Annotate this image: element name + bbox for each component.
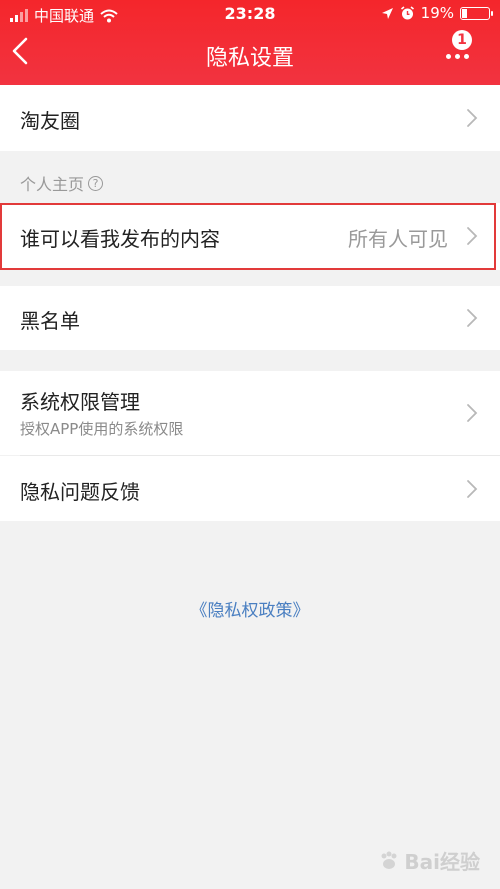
watermark-text: Bai经验 xyxy=(404,850,480,874)
chevron-right-icon xyxy=(467,109,478,127)
row-blacklist-label: 黑名单 xyxy=(20,309,80,333)
row-who-can-see-label: 谁可以看我发布的内容 xyxy=(20,227,220,251)
chevron-right-icon xyxy=(467,227,478,245)
more-button[interactable]: 1 xyxy=(442,28,486,72)
row-taoyouquan-label: 淘友圈 xyxy=(20,109,80,133)
chevron-right-icon xyxy=(467,404,478,422)
status-right: 19% xyxy=(381,4,493,22)
row-who-can-see-value: 所有人可见 xyxy=(348,227,448,251)
row-system-permission-label: 系统权限管理 xyxy=(20,390,140,414)
battery-icon xyxy=(460,6,493,20)
more-dots-icon xyxy=(446,54,469,59)
chevron-right-icon xyxy=(467,309,478,327)
paw-icon xyxy=(381,851,397,869)
row-system-permission[interactable]: 系统权限管理 授权APP使用的系统权限 xyxy=(0,371,500,455)
location-arrow-icon xyxy=(381,7,393,19)
row-privacy-feedback[interactable]: 隐私问题反馈 xyxy=(0,456,500,521)
row-system-permission-sub: 授权APP使用的系统权限 xyxy=(20,420,184,438)
battery-percent: 19% xyxy=(420,4,454,22)
chevron-right-icon xyxy=(467,480,478,498)
row-privacy-feedback-label: 隐私问题反馈 xyxy=(20,480,140,504)
alarm-icon xyxy=(400,5,414,19)
question-circle-icon[interactable]: ? xyxy=(88,175,104,191)
section-label-text: 个人主页 xyxy=(20,175,85,194)
section-label-personal-homepage: 个人主页 ? xyxy=(20,171,104,195)
notification-badge: 1 xyxy=(452,30,472,50)
row-blacklist[interactable]: 黑名单 xyxy=(0,286,500,350)
app-header: 中国联通 23:28 19% 隐私设置 1 xyxy=(0,0,500,85)
status-bar: 中国联通 23:28 19% xyxy=(0,0,500,28)
privacy-policy-link[interactable]: 《隐私权政策》 xyxy=(0,596,500,621)
watermark: Bai经验 xyxy=(378,846,480,875)
row-taoyouquan[interactable]: 淘友圈 xyxy=(0,85,500,151)
row-who-can-see[interactable]: 谁可以看我发布的内容 所有人可见 xyxy=(0,203,500,270)
page-title: 隐私设置 xyxy=(205,46,294,71)
